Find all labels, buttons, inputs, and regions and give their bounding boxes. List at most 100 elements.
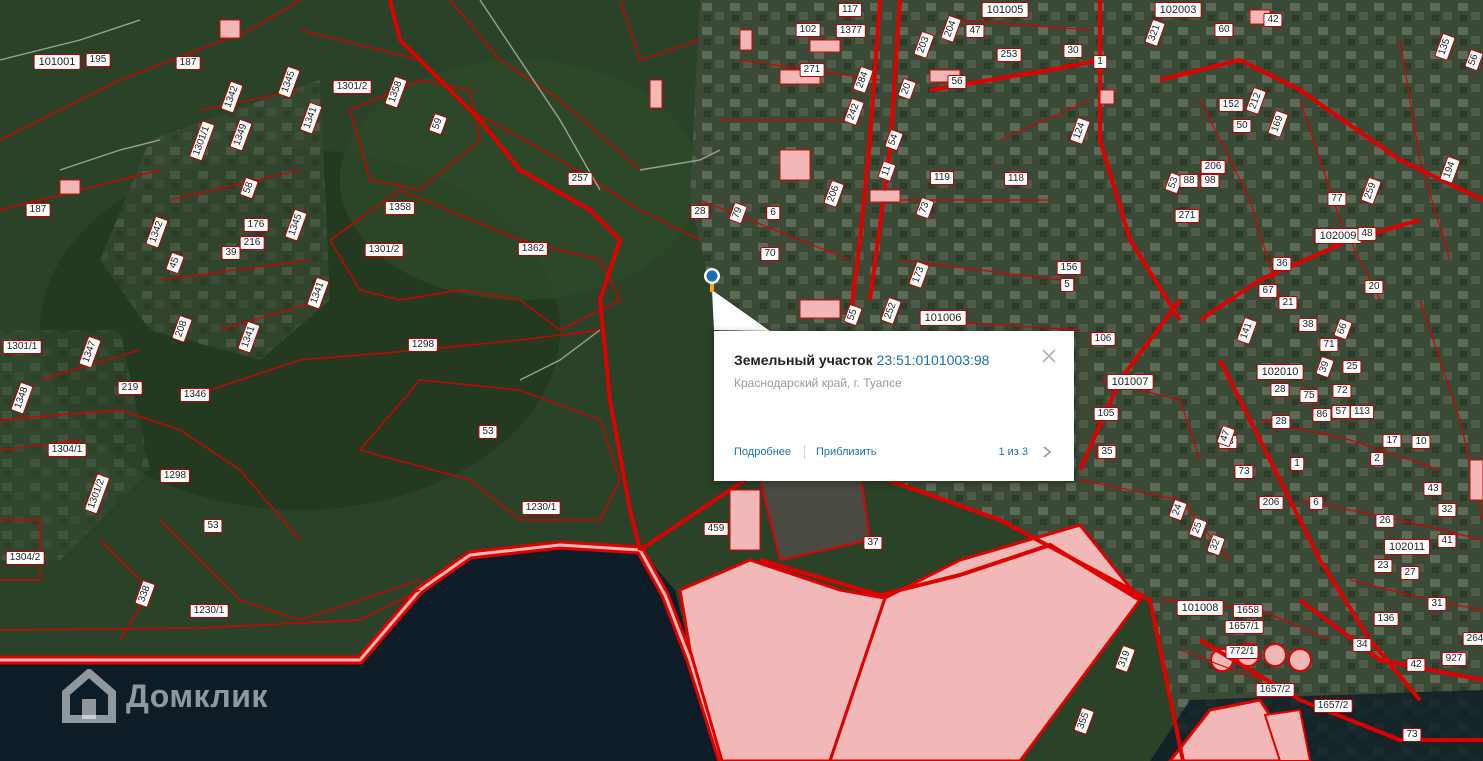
parcel-label[interactable]: 253 [996,48,1022,62]
parcel-label[interactable]: 117 [838,3,862,17]
parcel-label[interactable]: 1298 [159,469,191,483]
parcel-label[interactable]: 17 [1382,434,1402,448]
parcel-label[interactable]: 206 [1200,160,1226,174]
parcel-label[interactable]: 156 [1056,261,1082,275]
parcel-label[interactable]: 50 [1232,119,1252,133]
parcel-label[interactable]: 36 [1272,257,1292,271]
chevron-right-icon[interactable] [1042,446,1052,458]
parcel-label[interactable]: 28 [1271,415,1291,429]
parcel-label[interactable]: 113 [1350,405,1374,419]
parcel-label[interactable]: 1657/1 [1224,620,1264,634]
parcel-label[interactable]: 23 [1373,559,1393,573]
parcel-label[interactable]: 1304/2 [5,551,45,565]
map-view[interactable]: 101001 101005 102003 102009 101006 101007 1020… [0,0,1483,761]
parcel-label[interactable]: 98 [1200,174,1220,188]
parcel-label[interactable]: 195 [85,53,111,67]
parcel-label[interactable]: 1358 [384,201,416,215]
parcel-label[interactable]: 67 [1258,284,1278,298]
parcel-label[interactable]: 2 [1370,452,1384,466]
map-pin-icon[interactable] [702,267,722,293]
parcel-label[interactable]: 1346 [179,388,211,402]
parcel-label[interactable]: 1 [1290,457,1304,471]
parcel-label[interactable]: 72 [1332,384,1352,398]
parcel-label[interactable]: 102 [795,23,821,37]
parcel-label[interactable]: 6 [766,206,780,220]
parcel-label[interactable]: 70 [760,247,780,261]
parcel-label[interactable]: 20 [1364,280,1384,294]
parcel-label[interactable]: 30 [1063,44,1083,58]
parcel-label[interactable]: 772/1 [1225,645,1259,659]
parcel-label[interactable]: 152 [1218,98,1244,112]
parcel-label[interactable]: 106 [1090,332,1116,346]
parcel-label[interactable]: 86 [1312,408,1332,422]
parcel-label[interactable]: 37 [863,536,883,550]
parcel-label[interactable]: 38 [1298,318,1318,332]
parcel-label[interactable]: 88 [1179,174,1199,188]
parcel-label[interactable]: 219 [117,381,143,395]
parcel-label[interactable]: 1658 [1232,604,1264,618]
parcel-label[interactable]: 39 [221,246,241,260]
parcel-label[interactable]: 927 [1441,652,1467,666]
parcel-label[interactable]: 1301/2 [332,80,372,94]
parcel-label[interactable]: 73 [1402,728,1422,742]
parcel-label[interactable]: 459 [703,522,729,536]
parcel-label[interactable]: 1301/1 [2,340,42,354]
parcel-label[interactable]: 6 [1309,496,1323,510]
parcel-label[interactable]: 1657/2 [1255,683,1295,697]
parcel-label[interactable]: 136 [1373,612,1399,626]
parcel-label[interactable]: 187 [175,56,201,70]
parcel-label[interactable]: 56 [947,75,967,89]
parcel-label[interactable]: 176 [243,218,269,232]
parcel-label[interactable]: 25 [1342,360,1362,374]
parcel-label[interactable]: 10 [1411,435,1431,449]
parcel-label[interactable]: 43 [1423,482,1443,496]
parcel-label[interactable]: 31 [1427,597,1447,611]
parcel-label[interactable]: 53 [203,519,223,533]
parcel-label[interactable]: 42 [1406,658,1426,672]
parcel-label[interactable]: 41 [1437,534,1457,548]
parcel-label[interactable]: 47 [965,24,985,38]
cadastral-number[interactable]: 23:51:0101003:98 [877,352,990,368]
parcel-label[interactable]: 57 [1331,405,1351,419]
parcel-label[interactable]: 1230/1 [521,501,561,515]
parcel-label[interactable]: 77 [1327,192,1347,206]
parcel-label[interactable]: 216 [239,236,265,250]
parcel-label[interactable]: 60 [1214,23,1234,37]
parcel-label[interactable]: 48 [1357,227,1377,241]
parcel-label[interactable]: 1304/1 [47,443,87,457]
parcel-label[interactable]: 28 [1270,383,1290,397]
parcel-label[interactable]: 26 [1375,514,1395,528]
parcel-label[interactable]: 206 [1258,496,1284,510]
parcel-label[interactable]: 1377 [835,24,867,38]
parcel-label[interactable]: 271 [799,63,825,77]
close-icon[interactable] [1042,349,1056,363]
parcel-label[interactable]: 5 [1060,278,1074,292]
parcel-label[interactable]: 75 [1299,389,1319,403]
zoom-in-link[interactable]: Приблизить [816,446,877,458]
more-details-link[interactable]: Подробнее [734,446,791,458]
parcel-label[interactable]: 34 [1352,638,1372,652]
parcel-label[interactable]: 118 [1004,172,1028,186]
parcel-label[interactable]: 35 [1097,445,1117,459]
parcel-label[interactable]: 257 [567,172,593,186]
parcel-label[interactable]: 71 [1319,338,1339,352]
parcel-label[interactable]: 1 [1093,55,1107,69]
parcel-label[interactable]: 21 [1278,296,1298,310]
parcel-label[interactable]: 264 [1462,632,1483,646]
parcel-label[interactable]: 119 [930,171,954,185]
parcel-label[interactable]: 28 [690,205,710,219]
parcel-label[interactable]: 73 [1234,465,1254,479]
parcel-label[interactable]: 1230/1 [189,604,229,618]
parcel-label[interactable]: 42 [1263,13,1283,27]
parcel-label[interactable]: 271 [1174,209,1200,223]
parcel-label[interactable]: 1301/2 [364,243,404,257]
parcel-label[interactable]: 1298 [407,338,439,352]
parcel-label[interactable]: 1657/2 [1313,699,1353,713]
popup-address: Краснодарский край, г. Туапсе [734,376,902,390]
parcel-label[interactable]: 1362 [517,242,549,256]
parcel-label[interactable]: 32 [1437,503,1457,517]
parcel-label[interactable]: 105 [1093,407,1119,421]
parcel-label[interactable]: 27 [1400,566,1420,580]
parcel-label[interactable]: 187 [25,203,51,217]
parcel-label[interactable]: 53 [478,425,498,439]
